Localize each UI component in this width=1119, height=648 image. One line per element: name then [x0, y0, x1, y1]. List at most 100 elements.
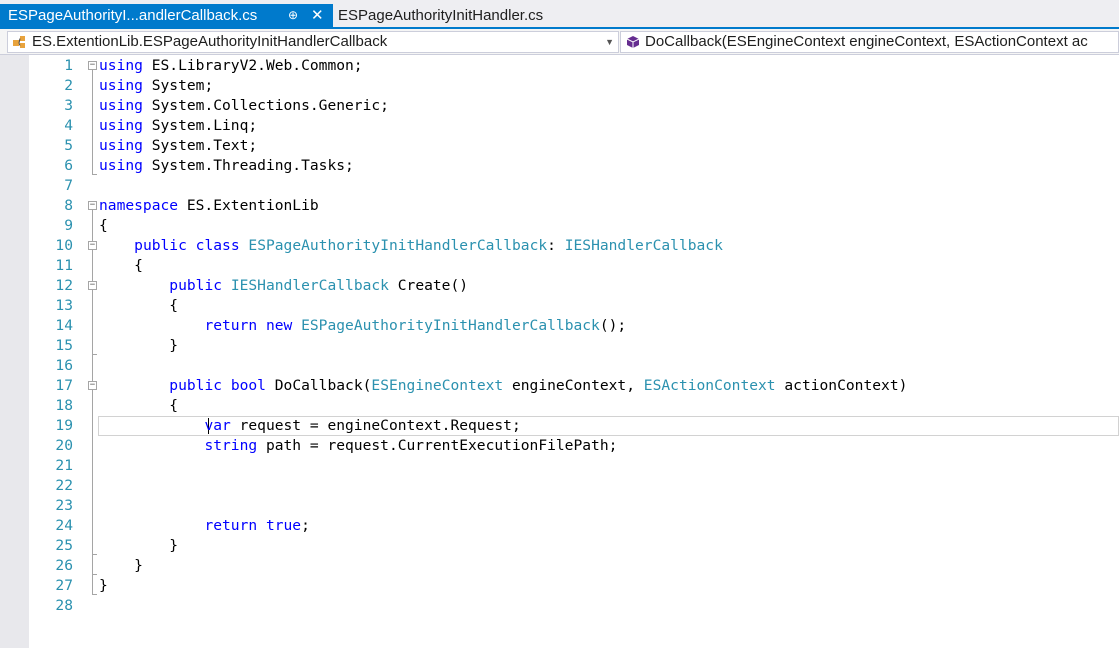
- code-line[interactable]: 21: [29, 456, 1119, 476]
- tab-active-file[interactable]: ESPageAuthorityI...andlerCallback.cs ⊕ ✕: [0, 4, 333, 27]
- code-token: DoCallback(: [265, 377, 372, 394]
- code-token: {: [99, 297, 179, 314]
- line-number: 23: [55, 497, 73, 514]
- code-line[interactable]: 6 using System.Threading.Tasks;: [29, 156, 1119, 176]
- code-token: System.Collections.Generic;: [142, 97, 389, 114]
- code-token: }: [99, 337, 179, 354]
- code-line[interactable]: 28: [29, 596, 1119, 616]
- code-line[interactable]: 12 public IESHandlerCallback Create(): [29, 276, 1119, 296]
- keyword-token: using: [99, 117, 143, 134]
- chevron-down-icon[interactable]: ▼: [605, 32, 614, 52]
- close-icon[interactable]: ✕: [311, 4, 324, 27]
- code-line[interactable]: 14 return new ESPageAuthorityInitHandler…: [29, 316, 1119, 336]
- line-number: 6: [64, 157, 73, 174]
- type-token: ESActionContext: [643, 377, 776, 394]
- code-line[interactable]: 13 {: [29, 296, 1119, 316]
- type-token: IESHandlerCallback: [564, 237, 723, 254]
- code-line[interactable]: 20 string path = request.CurrentExecutio…: [29, 436, 1119, 456]
- line-number: 1: [64, 57, 73, 74]
- member-selector-dropdown[interactable]: DoCallback(ESEngineContext engineContext…: [620, 31, 1119, 53]
- line-number: 20: [55, 437, 73, 454]
- keyword-token: var: [204, 417, 231, 434]
- code-token: System.Text;: [142, 137, 258, 154]
- code-line[interactable]: 24 return true;: [29, 516, 1119, 536]
- code-text: return new ESPageAuthorityInitHandlerCal…: [99, 316, 626, 336]
- tab-inactive-file[interactable]: ESPageAuthorityInitHandler.cs: [334, 4, 574, 27]
- code-line[interactable]: 8 namespace ES.ExtentionLib: [29, 196, 1119, 216]
- code-token: System.Linq;: [142, 117, 258, 134]
- code-line[interactable]: 17 public bool DoCallback(ESEngineContex…: [29, 376, 1119, 396]
- keyword-token: bool: [230, 377, 266, 394]
- code-line[interactable]: 4 using System.Linq;: [29, 116, 1119, 136]
- code-text: {: [99, 396, 178, 416]
- code-token: {: [99, 217, 108, 234]
- type-token: IESHandlerCallback: [230, 277, 389, 294]
- keyword-token: public: [169, 277, 223, 294]
- line-number: 24: [55, 517, 73, 534]
- line-number: 15: [55, 337, 73, 354]
- type-selector-value: ES.ExtentionLib.ESPageAuthorityInitHandl…: [32, 33, 388, 50]
- code-line[interactable]: 18 {: [29, 396, 1119, 416]
- line-number: 8: [64, 197, 73, 214]
- code-line[interactable]: 15 }: [29, 336, 1119, 356]
- line-number: 14: [55, 317, 73, 334]
- line-number: 11: [55, 257, 73, 274]
- code-line[interactable]: 7: [29, 176, 1119, 196]
- code-line[interactable]: 27}: [29, 576, 1119, 596]
- code-line[interactable]: 3 using System.Collections.Generic;: [29, 96, 1119, 116]
- line-number: 13: [55, 297, 73, 314]
- code-text: return true;: [99, 516, 309, 536]
- code-line[interactable]: 22: [29, 476, 1119, 496]
- code-line[interactable]: 25 }: [29, 536, 1119, 556]
- code-line[interactable]: 9{: [29, 216, 1119, 236]
- code-text: using System.Text;: [99, 136, 257, 156]
- code-text: {: [99, 296, 178, 316]
- code-token: ();: [599, 317, 627, 334]
- keyword-token: return: [204, 517, 258, 534]
- code-token: }: [99, 577, 108, 594]
- code-text: namespace ES.ExtentionLib: [99, 196, 319, 216]
- type-selector-dropdown[interactable]: ES.ExtentionLib.ESPageAuthorityInitHandl…: [7, 31, 619, 53]
- line-number: 16: [55, 357, 73, 374]
- code-line[interactable]: 11 {: [29, 256, 1119, 276]
- code-line[interactable]: 16: [29, 356, 1119, 376]
- code-token: {: [99, 257, 143, 274]
- keyword-token: new: [265, 317, 293, 334]
- code-line[interactable]: 10 public class ESPageAuthorityInitHandl…: [29, 236, 1119, 256]
- tab-label: ESPageAuthorityI...andlerCallback.cs: [8, 7, 258, 24]
- tab-label: ESPageAuthorityInitHandler.cs: [338, 7, 544, 24]
- code-token: actionContext): [775, 377, 908, 394]
- code-line[interactable]: 19 var request = engineContext.Request;: [29, 416, 1119, 436]
- line-number: 21: [55, 457, 73, 474]
- pin-icon[interactable]: ⊕: [288, 4, 298, 27]
- code-text: var request = engineContext.Request;: [99, 416, 521, 436]
- type-token: ESPageAuthorityInitHandlerCallback: [301, 317, 600, 334]
- code-line[interactable]: 1 using ES.LibraryV2.Web.Common;: [29, 56, 1119, 76]
- code-line[interactable]: 23: [29, 496, 1119, 516]
- code-line[interactable]: 2 using System;: [29, 76, 1119, 96]
- code-token: }: [99, 557, 143, 574]
- keyword-token: using: [99, 157, 143, 174]
- code-line[interactable]: 5 using System.Text;: [29, 136, 1119, 156]
- member-selector-value: DoCallback(ESEngineContext engineContext…: [645, 33, 1088, 50]
- code-token: ES.LibraryV2.Web.Common;: [142, 57, 363, 74]
- code-token: request = engineContext.Request;: [230, 417, 521, 434]
- class-icon: [13, 36, 25, 48]
- code-editor[interactable]: − − − − − 1 using ES.LibraryV2.Web.Common…: [29, 55, 1119, 648]
- code-token: :: [547, 237, 565, 254]
- code-line[interactable]: 26 }: [29, 556, 1119, 576]
- code-text: }: [99, 336, 178, 356]
- code-text: }: [99, 556, 143, 576]
- line-number: 5: [64, 137, 73, 154]
- method-icon: [626, 36, 640, 48]
